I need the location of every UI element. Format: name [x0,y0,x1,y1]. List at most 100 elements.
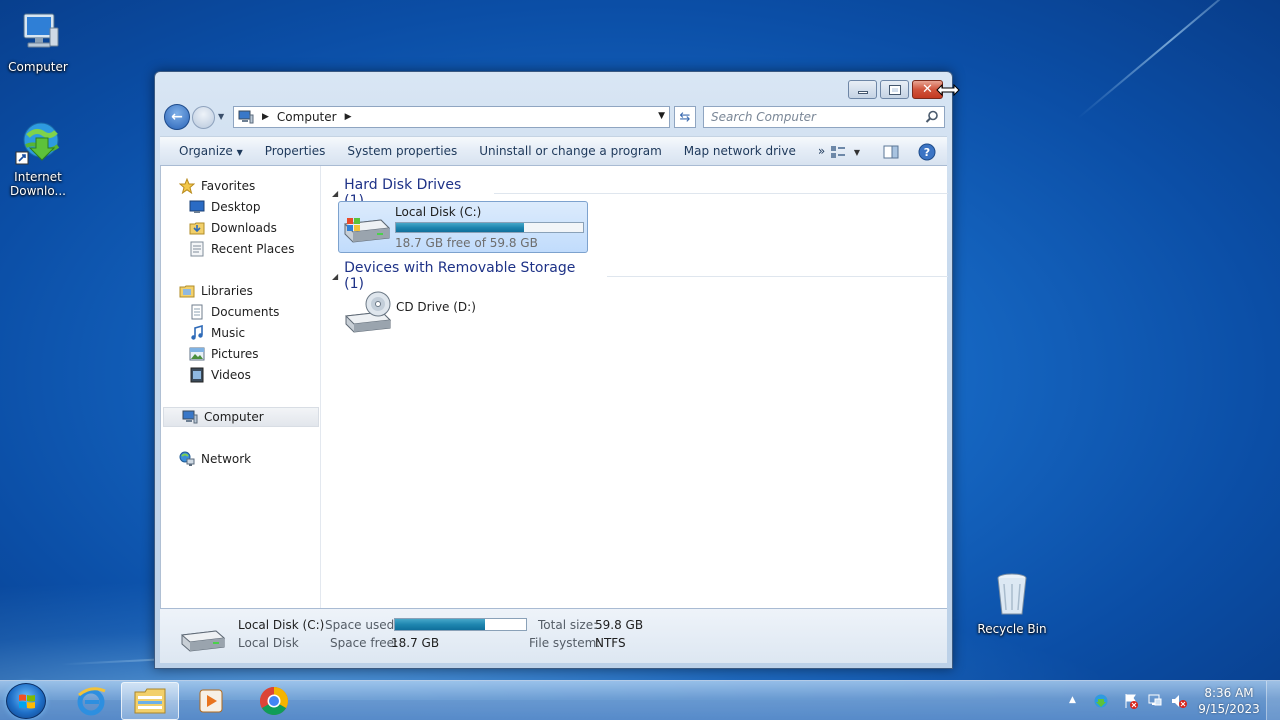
details-space-free-value: 18.7 GB [391,636,440,650]
details-pane: Local Disk (C:) Local Disk Space used: S… [160,608,947,663]
clock-date: 9/15/2023 [1198,702,1260,716]
collapse-triangle-icon[interactable]: ◢ [332,272,338,281]
organize-label: Organize [179,144,233,158]
collapse-triangle-icon[interactable]: ◢ [332,189,338,198]
details-space-used-bar [394,618,527,631]
nav-item-desktop[interactable]: Desktop [161,197,319,217]
show-hidden-icons-button[interactable]: ▲ [1069,695,1085,711]
drive-tile-cd-drive-d[interactable]: CD Drive (D:) [339,285,589,337]
maximize-icon [888,84,901,95]
explorer-window[interactable]: ✕ ← ▼ ▶ Computer ▶ ▼ ⇆ Search Computer O… [154,71,953,669]
search-input[interactable]: Search Computer [703,106,945,128]
desktop-icon-recycle-bin[interactable]: Recycle Bin [974,570,1050,636]
computer-icon [238,110,254,124]
start-button[interactable] [6,683,46,719]
nav-item-network[interactable]: Network [161,449,319,469]
breadcrumb-arrow-icon[interactable]: ▶ [345,112,352,122]
media-player-icon [199,689,223,713]
download-manager-tray-icon[interactable] [1093,693,1109,709]
content-pane: ◢ Hard Disk Drives (1) Local Di [322,166,948,608]
documents-icon [191,304,203,320]
drive-usage-bar [395,222,584,233]
address-bar[interactable]: ▶ Computer ▶ ▼ [233,106,670,128]
internet-explorer-icon [77,687,106,716]
refresh-icon: ⇆ [679,109,691,125]
nav-label: Libraries [201,284,253,298]
windows-logo-icon [19,694,35,709]
chrome-icon [260,687,288,715]
desktop-icon-label: Computer [8,60,68,74]
desktop-folder-icon [189,200,205,213]
address-dropdown-icon[interactable]: ▼ [658,111,665,121]
nav-item-favorites[interactable]: Favorites [161,176,319,196]
volume-muted-icon[interactable] [1171,693,1187,709]
preview-pane-button[interactable] [879,141,903,163]
network-tray-icon[interactable] [1147,693,1163,709]
nav-label: Documents [211,305,280,319]
group-divider [606,275,948,277]
change-view-button[interactable]: ▼ [825,141,865,163]
nav-label: Network [201,452,252,466]
uninstall-program-button[interactable]: Uninstall or change a program [468,144,673,158]
nav-item-recent-places[interactable]: Recent Places [161,239,319,259]
details-file-system-value: NTFS [595,636,626,650]
navigation-bar: ← ▼ ▶ Computer ▶ ▼ ⇆ Search Computer [163,104,946,130]
forward-button[interactable] [192,106,215,129]
action-center-icon[interactable] [1123,693,1139,709]
nav-label: Downloads [211,221,277,235]
system-properties-button[interactable]: System properties [336,144,468,158]
nav-item-videos[interactable]: Videos [161,365,319,385]
nav-label: Favorites [201,179,256,193]
breadcrumb-arrow-icon[interactable]: ▶ [262,112,269,122]
music-note-icon [191,325,203,340]
cd-drive-icon [342,290,392,334]
back-button[interactable]: ← [164,104,190,130]
nav-item-downloads[interactable]: Downloads [161,218,319,238]
clock-time: 8:36 AM [1204,686,1254,700]
explorer-client-area: Favorites Desktop Downloads Recent Place… [160,166,948,608]
drive-tile-local-disk-c[interactable]: Local Disk (C:) 18.7 GB free of 59.8 GB [338,201,588,253]
system-clock[interactable]: 8:36 AM 9/15/2023 [1197,685,1261,717]
hard-drive-icon [180,621,226,655]
computer-icon [182,410,198,424]
taskbar-internet-explorer[interactable] [62,682,120,720]
show-desktop-button[interactable] [1266,681,1280,720]
details-file-system-label: File system: [529,636,601,650]
properties-button[interactable]: Properties [254,144,337,158]
chevron-down-icon: ▼ [236,148,243,157]
globe-download-icon [14,118,62,166]
svg-text:?: ? [924,146,930,159]
details-space-used-fill [395,619,485,630]
nav-label: Desktop [211,200,261,214]
nav-label: Recent Places [211,242,295,256]
recent-pages-dropdown[interactable]: ▼ [218,112,224,121]
drive-usage-fill [396,223,525,232]
desktop-icon-computer[interactable]: Computer [0,8,76,74]
view-options-icon [830,146,845,158]
nav-label: Computer [204,410,264,424]
preview-pane-icon [883,145,899,159]
desktop-icon-label: Recycle Bin [977,622,1047,636]
search-placeholder: Search Computer [711,110,816,124]
taskbar-chrome[interactable] [245,682,303,720]
taskbar-windows-explorer[interactable] [121,682,179,720]
nav-item-music[interactable]: Music [161,323,319,343]
refresh-button[interactable]: ⇆ [674,106,696,128]
minimize-button[interactable] [848,80,877,99]
desktop-icon-internet-download-manager[interactable]: Internet Downlo... [0,118,76,198]
organize-button[interactable]: Organize ▼ [160,144,254,158]
help-button[interactable]: ? [915,141,939,163]
taskbar-media-player[interactable] [182,682,240,720]
breadcrumb-computer[interactable]: Computer [277,110,337,124]
search-icon[interactable] [925,110,939,124]
help-icon: ? [918,143,936,161]
nav-item-computer[interactable]: Computer [163,407,319,427]
maximize-button[interactable] [880,80,909,99]
wallpaper-streak [1077,0,1263,119]
recent-places-icon [190,241,204,257]
nav-item-documents[interactable]: Documents [161,302,319,322]
nav-item-pictures[interactable]: Pictures [161,344,319,364]
map-network-drive-button[interactable]: Map network drive [673,144,807,158]
nav-item-libraries[interactable]: Libraries [161,281,319,301]
drive-name: CD Drive (D:) [396,300,476,314]
